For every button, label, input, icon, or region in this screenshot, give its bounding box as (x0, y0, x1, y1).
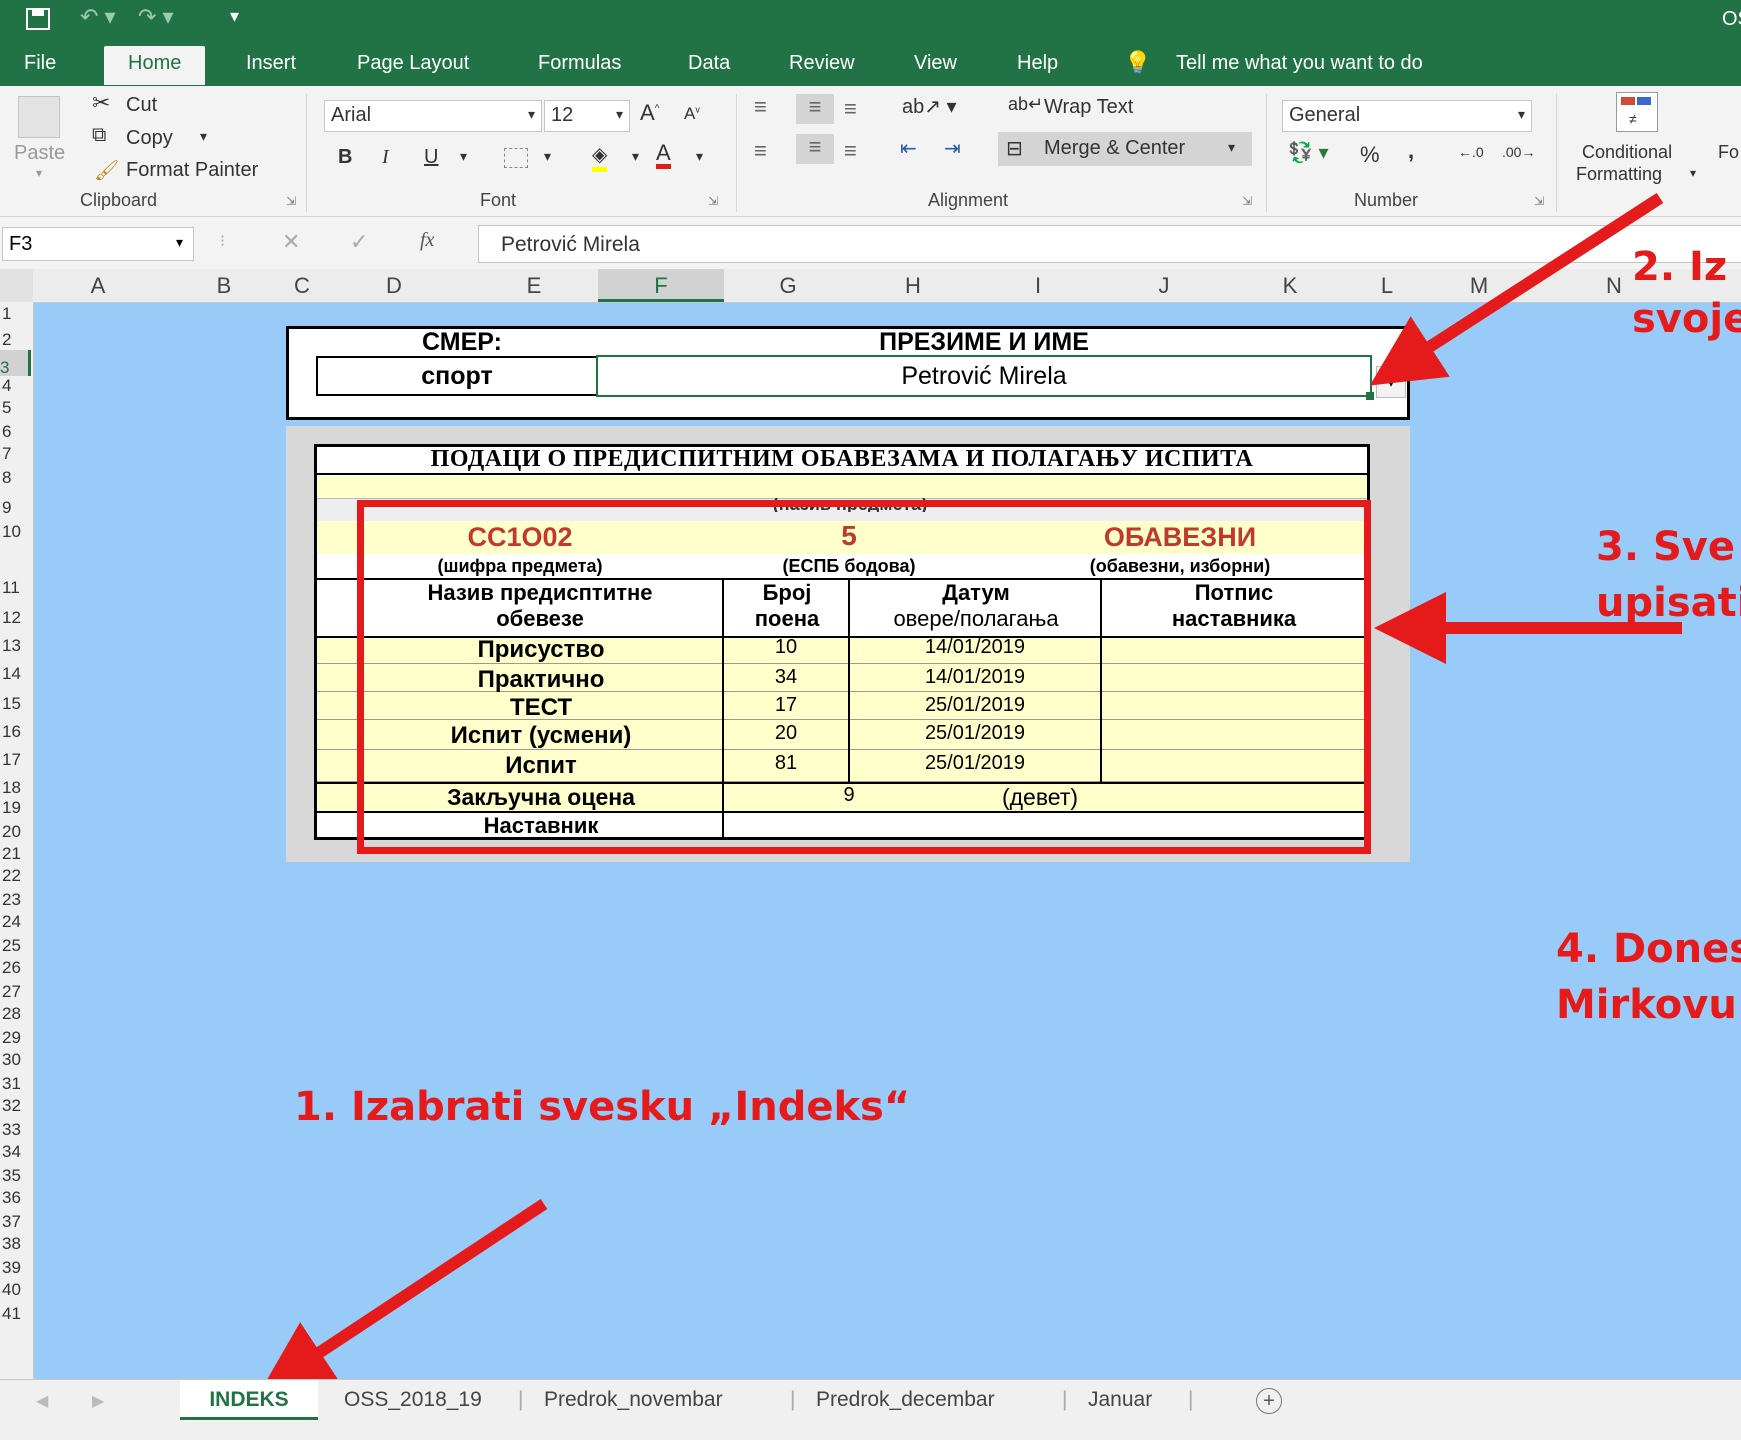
sheet-tab-januar[interactable]: Januar (1088, 1388, 1152, 1412)
scroll-tabs-right-icon[interactable]: ▶ (92, 1391, 104, 1411)
tab-divider: | (518, 1388, 524, 1411)
sheet-tab-predrok-decembar[interactable]: Predrok_decembar (816, 1388, 995, 1412)
tab-divider: | (1062, 1388, 1068, 1411)
add-sheet-icon[interactable]: + (1256, 1388, 1282, 1414)
sheet-tab-bar: ◀ ▶ INDEKS OSS_2018_19 | Predrok_novemba… (0, 1379, 1741, 1421)
sheet-tab-indeks-label: INDEKS (209, 1388, 289, 1411)
sheet-tab-predrok-novembar[interactable]: Predrok_novembar (544, 1388, 723, 1412)
annotation-arrows (259, 192, 1682, 1392)
sheet-tab-oss-2018-19[interactable]: OSS_2018_19 (344, 1388, 482, 1412)
arrow-to-sheet-tab (259, 1198, 548, 1392)
status-bar (0, 1420, 1741, 1440)
tab-divider: | (1188, 1388, 1194, 1411)
tab-divider: | (790, 1388, 796, 1411)
sheet-tab-indeks[interactable]: INDEKS (180, 1380, 318, 1420)
arrow-to-dropdown (1369, 192, 1664, 386)
scroll-tabs-left-icon[interactable]: ◀ (36, 1391, 48, 1411)
